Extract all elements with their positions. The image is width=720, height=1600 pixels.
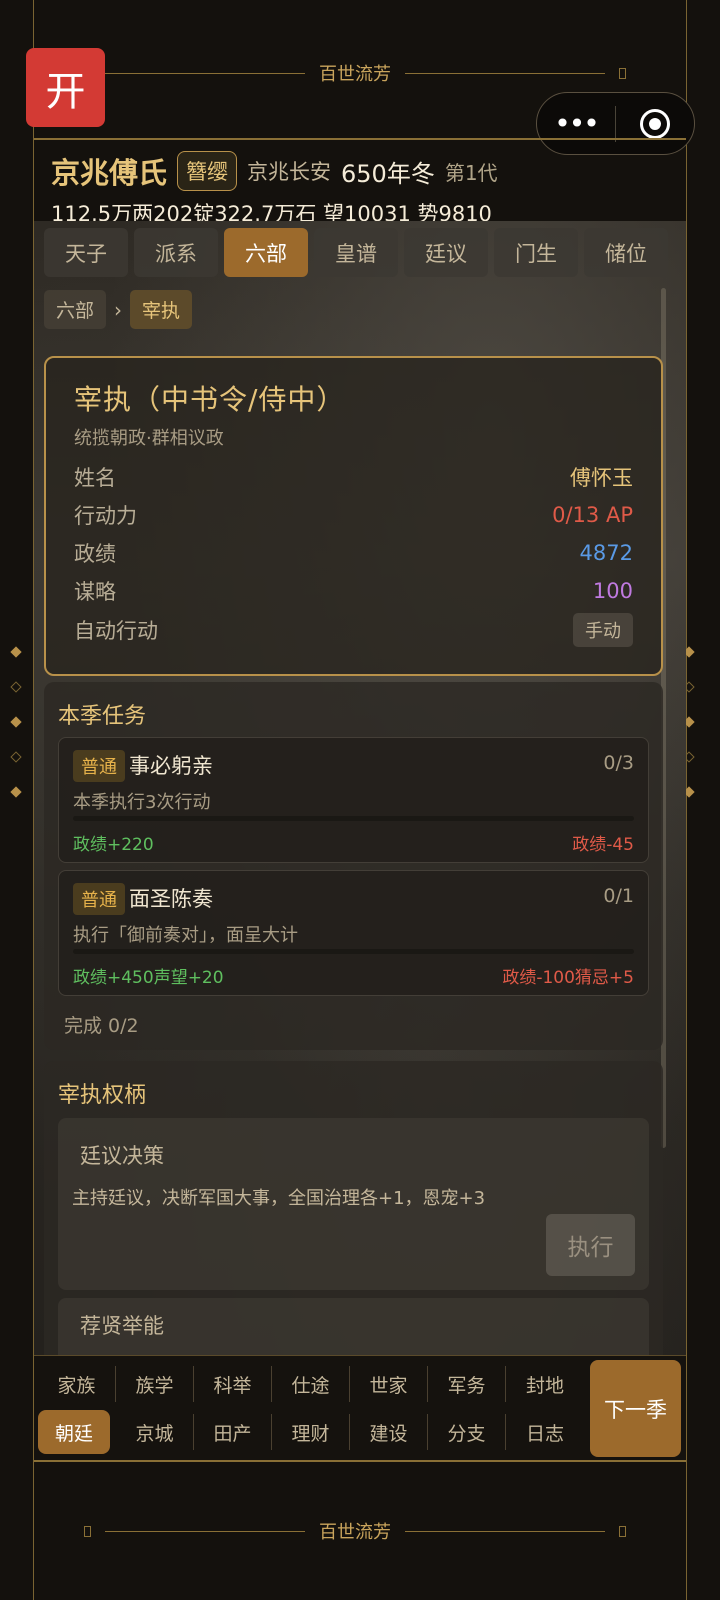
nav-item-junwu[interactable]: 军务 bbox=[428, 1366, 506, 1402]
official-card: 宰执（中书令/侍中） 统揽朝政·群相议政 姓名 傅怀玉 行动力 0/13 AP … bbox=[44, 356, 663, 676]
bottom-title-text: 百世流芳 bbox=[319, 1522, 391, 1543]
official-strategy-value: 100 bbox=[592, 579, 633, 603]
family-badge: 簪缨 bbox=[177, 151, 238, 191]
bottom-nav-row2: 朝廷 京城 田产 理财 建设 分支 日志 bbox=[38, 1410, 584, 1454]
nav-item-jianshe[interactable]: 建设 bbox=[350, 1414, 428, 1450]
tab-chuwei[interactable]: 储位 bbox=[584, 228, 668, 277]
breadcrumb-current: 宰执 bbox=[130, 290, 193, 329]
next-season-button[interactable]: 下一季 bbox=[590, 1360, 681, 1457]
quest-completion: 完成 0/2 bbox=[64, 1015, 139, 1037]
official-row-strategy: 谋略 100 bbox=[74, 579, 633, 604]
quest-panel-title: 本季任务 bbox=[58, 704, 147, 729]
nav-item-jingcheng[interactable]: 京城 bbox=[116, 1414, 194, 1450]
quest-name: 事必躬亲 bbox=[129, 754, 213, 778]
quest-desc: 执行「御前奏对」，面呈大计 bbox=[73, 925, 298, 946]
auto-action-toggle[interactable]: 手动 bbox=[573, 613, 633, 647]
tab-huangpu[interactable]: 皇谱 bbox=[314, 228, 398, 277]
header-info: 京兆傅氏 簪缨 京兆长安 650年冬 第1代 bbox=[51, 150, 498, 192]
top-title-ornament: 百世流芳 bbox=[84, 60, 626, 86]
execute-button[interactable]: 执行 bbox=[546, 1214, 635, 1276]
power-name: 荐贤举能 bbox=[80, 1314, 164, 1338]
season-label: 650年冬 bbox=[341, 159, 435, 188]
official-merit-value: 4872 bbox=[579, 541, 633, 565]
quest-reward: 政绩+450声望+20 bbox=[73, 968, 224, 988]
quest-desc: 本季执行3次行动 bbox=[73, 792, 211, 813]
quest-progress-bar bbox=[73, 816, 634, 821]
app-open-button[interactable]: 开 bbox=[26, 48, 105, 127]
quest-progress: 0/1 bbox=[603, 885, 634, 907]
tab-mensheng[interactable]: 门生 bbox=[494, 228, 578, 277]
quest-reward: 政绩+220 bbox=[73, 835, 154, 855]
close-target-icon[interactable] bbox=[640, 108, 670, 139]
quest-name: 面圣陈奏 bbox=[129, 887, 213, 911]
tab-tingyi[interactable]: 廷议 bbox=[404, 228, 488, 277]
generation-label: 第1代 bbox=[444, 160, 498, 185]
tab-paixi[interactable]: 派系 bbox=[134, 228, 218, 277]
official-ap-value: 0/13 AP bbox=[552, 503, 633, 527]
header-divider bbox=[34, 138, 686, 140]
top-title-text: 百世流芳 bbox=[319, 64, 391, 85]
official-title: 宰执（中书令/侍中） bbox=[74, 383, 346, 416]
official-row-auto: 自动行动 手动 bbox=[74, 613, 633, 647]
nav-item-jiazu[interactable]: 家族 bbox=[38, 1366, 116, 1402]
official-row-ap: 行动力 0/13 AP bbox=[74, 503, 633, 528]
official-row-merit: 政绩 4872 bbox=[74, 541, 633, 566]
breadcrumb: 六部 › 宰执 bbox=[44, 290, 193, 329]
family-location: 京兆长安 bbox=[247, 160, 332, 184]
miniprogram-capsule: ••• bbox=[536, 92, 695, 155]
quest-item[interactable]: 普通 事必躬亲 0/3 本季执行3次行动 政绩+220 政绩-45 bbox=[58, 737, 649, 863]
breadcrumb-parent[interactable]: 六部 bbox=[44, 290, 107, 329]
official-name-value: 傅怀玉 bbox=[570, 466, 633, 490]
quest-item[interactable]: 普通 面圣陈奏 0/1 执行「御前奏对」，面呈大计 政绩+450声望+20 政绩… bbox=[58, 870, 649, 996]
powers-panel-title: 宰执权柄 bbox=[58, 1083, 147, 1108]
official-row-name: 姓名 傅怀玉 bbox=[74, 462, 633, 492]
bottom-nav: 家族 族学 科举 仕途 世家 军务 封地 朝廷 京城 田产 理财 建设 分支 日… bbox=[34, 1355, 686, 1462]
nav-item-rizhi[interactable]: 日志 bbox=[506, 1414, 584, 1450]
nav-item-shijia[interactable]: 世家 bbox=[350, 1366, 428, 1402]
nav-item-zuxue[interactable]: 族学 bbox=[116, 1366, 194, 1402]
quest-penalty: 政绩-45 bbox=[572, 835, 634, 855]
tab-bar: 天子 派系 六部 皇谱 廷议 门生 储位 bbox=[44, 228, 668, 277]
nav-item-licai[interactable]: 理财 bbox=[272, 1414, 350, 1450]
power-item-jianxian: 荐贤举能 bbox=[58, 1298, 649, 1355]
bottom-title-ornament: 百世流芳 bbox=[84, 1518, 626, 1544]
quest-tag: 普通 bbox=[73, 750, 125, 782]
left-ornament bbox=[10, 646, 22, 823]
quest-progress: 0/3 bbox=[603, 752, 634, 774]
tab-liubu[interactable]: 六部 bbox=[224, 228, 308, 277]
power-name: 廷议决策 bbox=[80, 1144, 164, 1168]
main-content: 天子 派系 六部 皇谱 廷议 门生 储位 六部 › 宰执 宰执（中书令/侍中） … bbox=[34, 221, 686, 1355]
quest-tag: 普通 bbox=[73, 883, 125, 915]
family-name: 京兆傅氏 bbox=[51, 156, 168, 190]
nav-item-chaoting[interactable]: 朝廷 bbox=[38, 1410, 110, 1454]
chevron-right-icon: › bbox=[114, 297, 123, 322]
tab-tianzi[interactable]: 天子 bbox=[44, 228, 128, 277]
bottom-nav-row1: 家族 族学 科举 仕途 世家 军务 封地 bbox=[38, 1366, 584, 1402]
power-desc: 主持廷议，决断军国大事，全国治理各+1，恩宠+3 bbox=[72, 1188, 486, 1209]
nav-item-fengdi[interactable]: 封地 bbox=[506, 1366, 584, 1402]
nav-item-tianchan[interactable]: 田产 bbox=[194, 1414, 272, 1450]
official-subtitle: 统揽朝政·群相议政 bbox=[74, 428, 224, 449]
more-icon[interactable]: ••• bbox=[537, 107, 615, 140]
nav-item-keju[interactable]: 科举 bbox=[194, 1366, 272, 1402]
quest-penalty: 政绩-100猜忌+5 bbox=[502, 968, 634, 988]
powers-panel: 宰执权柄 廷议决策 主持廷议，决断军国大事，全国治理各+1，恩宠+3 执行 荐贤… bbox=[44, 1061, 663, 1355]
nav-item-fenzhi[interactable]: 分支 bbox=[428, 1414, 506, 1450]
nav-item-shitu[interactable]: 仕途 bbox=[272, 1366, 350, 1402]
quest-progress-bar bbox=[73, 949, 634, 954]
quest-panel: 本季任务 普通 事必躬亲 0/3 本季执行3次行动 政绩+220 政绩-45 普… bbox=[44, 682, 663, 1050]
power-item-tingyi: 廷议决策 主持廷议，决断军国大事，全国治理各+1，恩宠+3 执行 bbox=[58, 1118, 649, 1290]
